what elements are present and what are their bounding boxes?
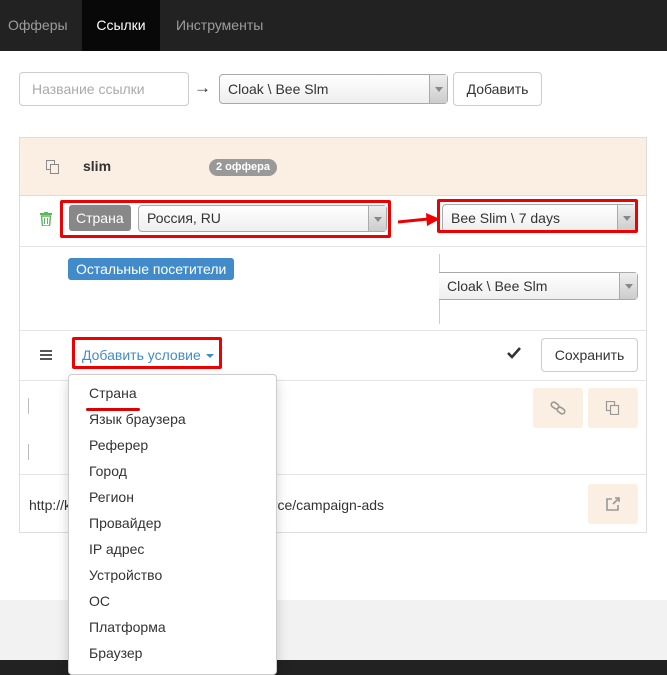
- hamburger-icon[interactable]: [40, 350, 52, 360]
- chevron-down-icon: [617, 205, 635, 231]
- menu-item-platform[interactable]: Платформа: [89, 619, 166, 635]
- offer-select-value: Cloak \ Bee Slm: [228, 81, 329, 97]
- chevron-down-icon: [429, 75, 447, 103]
- tab-links[interactable]: Ссылки: [82, 0, 160, 51]
- panel-header: slim 2 оффера: [20, 138, 646, 196]
- chevron-down-icon: [368, 206, 386, 231]
- link-name-input[interactable]: [19, 72, 189, 106]
- link-title: slim: [83, 158, 112, 174]
- link-url-end: urce/campaign-ads: [265, 497, 385, 513]
- other-offer-select[interactable]: Cloak \ Bee Slm: [439, 272, 638, 300]
- tab-tools[interactable]: Инструменты: [176, 0, 263, 51]
- condition-dropdown-menu: Страна Язык браузера Реферер Город Регио…: [68, 374, 277, 675]
- chevron-down-icon: [619, 273, 637, 299]
- top-navbar: Офферы Ссылки Инструменты: [0, 0, 667, 51]
- menu-item-browser-language[interactable]: Язык браузера: [89, 411, 186, 427]
- menu-item-ip-address[interactable]: IP адрес: [89, 541, 144, 557]
- menu-item-os[interactable]: ОС: [89, 593, 110, 609]
- offer-select[interactable]: Cloak \ Bee Slm: [219, 74, 448, 104]
- caret-down-icon: [205, 354, 214, 359]
- link-url-start: http://k: [29, 497, 72, 513]
- copy-link-button[interactable]: [533, 388, 583, 428]
- menu-item-provider[interactable]: Провайдер: [89, 515, 161, 531]
- divider: [28, 398, 29, 414]
- country-select[interactable]: Россия, RU: [138, 205, 387, 232]
- menu-item-browser[interactable]: Браузер: [89, 645, 142, 661]
- link-icon: [550, 401, 566, 415]
- other-offer-select-value: Cloak \ Bee Slm: [447, 278, 548, 294]
- external-link-icon: [606, 497, 620, 511]
- tab-offers[interactable]: Офферы: [0, 0, 76, 51]
- annotation-arrow-icon: [398, 213, 440, 226]
- offers-count-badge: 2 оффера: [209, 159, 277, 176]
- add-condition-toggle[interactable]: Добавить условие: [82, 347, 214, 363]
- open-link-button[interactable]: [588, 484, 638, 524]
- other-visitors-row: Остальные посетители Cloak \ Bee Slm: [20, 248, 646, 331]
- menu-item-country[interactable]: Страна: [89, 385, 137, 401]
- country-select-value: Россия, RU: [147, 210, 221, 226]
- menu-item-region[interactable]: Регион: [89, 489, 134, 505]
- divider: [28, 444, 29, 460]
- add-link-button[interactable]: Добавить: [453, 72, 542, 106]
- menu-item-device[interactable]: Устройство: [89, 567, 162, 583]
- menu-item-referer[interactable]: Реферер: [89, 437, 148, 453]
- copy-icon: [605, 401, 620, 415]
- condition-country-label: Страна: [69, 205, 131, 231]
- check-icon: [507, 347, 521, 359]
- duplicate-button[interactable]: [588, 388, 638, 428]
- rule-row: Страна Россия, RU Bee Slim \ 7 days: [20, 196, 646, 247]
- trash-icon[interactable]: [40, 212, 52, 226]
- rule-offer-select[interactable]: Bee Slim \ 7 days: [442, 204, 636, 232]
- copy-icon[interactable]: [46, 160, 60, 174]
- add-condition-label: Добавить условие: [82, 347, 201, 363]
- rule-offer-select-value: Bee Slim \ 7 days: [451, 210, 560, 226]
- other-visitors-label: Остальные посетители: [68, 258, 235, 280]
- save-button[interactable]: Сохранить: [541, 338, 638, 372]
- menu-item-city[interactable]: Город: [89, 463, 127, 479]
- arrow-right-icon: →: [194, 78, 211, 97]
